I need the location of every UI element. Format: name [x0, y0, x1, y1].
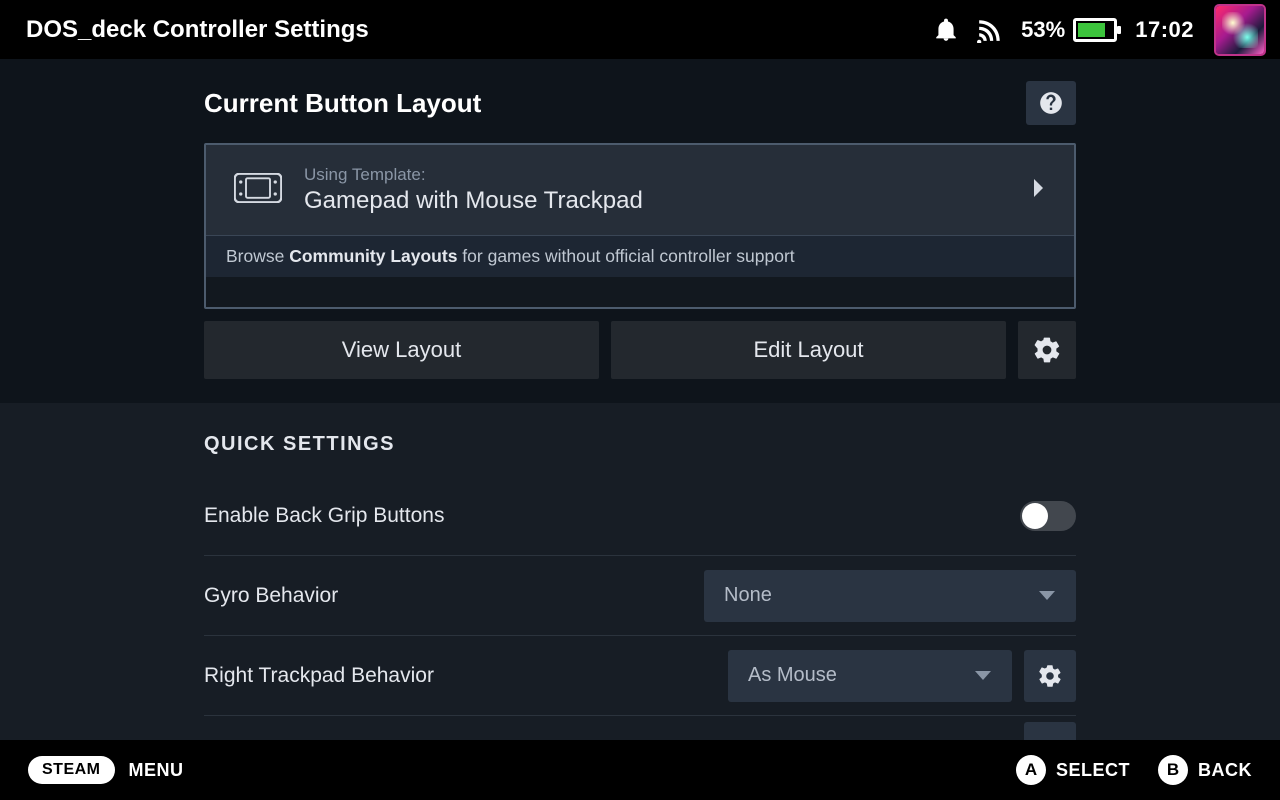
- right-trackpad-dropdown[interactable]: As Mouse: [728, 650, 1012, 702]
- b-button-icon: B: [1158, 755, 1188, 785]
- template-selector[interactable]: Using Template: Gamepad with Mouse Track…: [206, 145, 1074, 235]
- main-content: Current Button Layout Using Template: Ga…: [0, 59, 1280, 740]
- quick-settings-section: QUICK SETTINGS Enable Back Grip Buttons …: [0, 403, 1280, 740]
- edit-layout-button[interactable]: Edit Layout: [611, 321, 1006, 379]
- layout-card-footer: [206, 277, 1074, 307]
- battery-percentage: 53%: [1021, 17, 1065, 43]
- back-grip-label: Enable Back Grip Buttons: [204, 504, 1020, 528]
- layout-settings-button[interactable]: [1018, 321, 1076, 379]
- next-row-peek: [1024, 722, 1076, 740]
- battery-status: 53%: [1021, 17, 1117, 43]
- chevron-right-icon: [1032, 178, 1046, 203]
- chevron-down-icon: [974, 670, 992, 682]
- view-layout-button[interactable]: View Layout: [204, 321, 599, 379]
- gyro-label: Gyro Behavior: [204, 584, 704, 608]
- section-heading: Current Button Layout: [204, 88, 1026, 119]
- layout-section: Current Button Layout Using Template: Ga…: [0, 59, 1280, 403]
- gyro-dropdown[interactable]: None: [704, 570, 1076, 622]
- select-label: SELECT: [1056, 760, 1130, 781]
- chevron-down-icon: [1038, 590, 1056, 602]
- battery-icon: [1073, 18, 1117, 42]
- setting-gyro: Gyro Behavior None: [204, 556, 1076, 636]
- right-trackpad-settings-button[interactable]: [1024, 650, 1076, 702]
- a-button-icon: A: [1016, 755, 1046, 785]
- gyro-value: None: [724, 584, 1038, 607]
- steamdeck-icon: [234, 173, 282, 208]
- current-layout-card: Using Template: Gamepad with Mouse Track…: [204, 143, 1076, 309]
- page-title: DOS_deck Controller Settings: [26, 16, 933, 44]
- menu-button[interactable]: MENU: [129, 760, 184, 781]
- help-button[interactable]: [1026, 81, 1076, 125]
- notifications-icon[interactable]: [933, 17, 959, 43]
- status-tray: 53% 17:02: [933, 6, 1264, 54]
- right-trackpad-value: As Mouse: [748, 664, 974, 687]
- right-trackpad-label: Right Trackpad Behavior: [204, 664, 728, 688]
- avatar[interactable]: [1216, 6, 1264, 54]
- back-label: BACK: [1198, 760, 1252, 781]
- back-grip-toggle[interactable]: [1020, 501, 1076, 531]
- clock: 17:02: [1135, 17, 1194, 43]
- setting-right-trackpad: Right Trackpad Behavior As Mouse: [204, 636, 1076, 716]
- template-name: Gamepad with Mouse Trackpad: [304, 187, 1010, 215]
- template-eyebrow: Using Template:: [304, 165, 1010, 185]
- quick-settings-heading: QUICK SETTINGS: [204, 433, 1076, 456]
- footer-bar: STEAM MENU A SELECT B BACK: [0, 740, 1280, 800]
- top-bar: DOS_deck Controller Settings 53% 17:02: [0, 0, 1280, 59]
- setting-back-grip: Enable Back Grip Buttons: [204, 476, 1076, 556]
- hint-back: B BACK: [1158, 755, 1252, 785]
- steam-button[interactable]: STEAM: [28, 756, 115, 784]
- community-layouts-link[interactable]: Browse Community Layouts for games witho…: [206, 235, 1074, 277]
- network-icon[interactable]: [977, 17, 1003, 43]
- hint-select: A SELECT: [1016, 755, 1130, 785]
